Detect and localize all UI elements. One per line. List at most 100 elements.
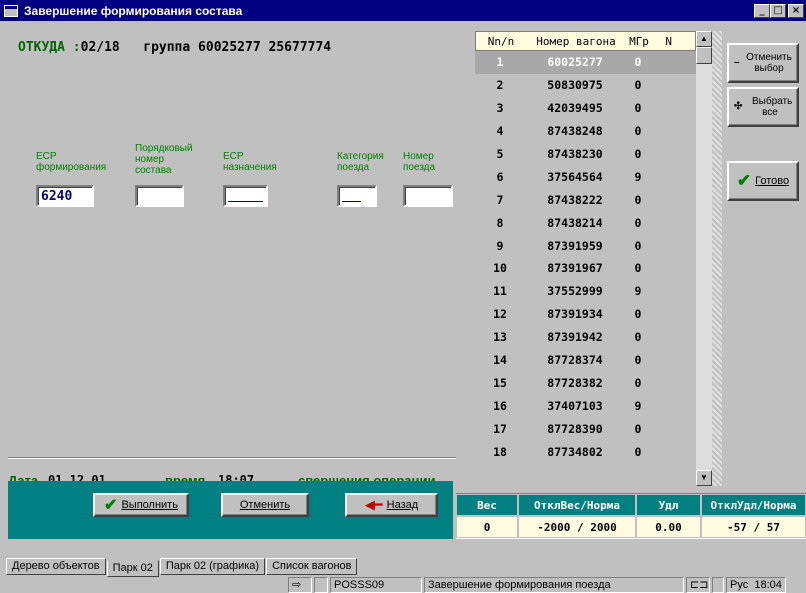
cell-wagon-number: 60025277 [547,55,603,70]
grid-scrollbar[interactable]: ▲ ▼ [696,31,712,486]
cell-index: 9 [496,238,504,253]
tab-park-02-graphics[interactable]: Парк 02 (графика) [159,558,266,575]
cell-mgr: 0 [634,375,642,390]
cell-index: 1 [496,55,504,70]
select-all-button[interactable]: ✣ Выбрать все [727,87,799,127]
table-row[interactable]: 11 37552999 9 [475,280,696,303]
cell-wagon-number: 50830975 [547,78,603,93]
back-button[interactable]: ◀━ Назад [345,493,438,517]
table-row[interactable]: 10 87391967 0 [475,257,696,280]
table-row[interactable]: 4 87438248 0 [475,120,696,143]
stat-header-length: Удл [636,494,701,516]
cancel-button[interactable]: Отменить [221,493,309,517]
stat-length: 0.00 [636,516,701,538]
cell-index: 7 [496,192,504,207]
table-row[interactable]: 14 87728374 0 [475,349,696,372]
tab-wagon-list[interactable]: Список вагонов [266,558,358,575]
train-number-input[interactable] [403,185,453,207]
grid-header: Nn/n Номер вагона МГр N [475,31,696,51]
wagon-grid[interactable]: Nn/n Номер вагона МГр N 1 60025277 0 2 50830… [475,31,696,485]
tab-strip: Дерево объектов Парк 02 Парк 02 (графика… [6,558,358,577]
minimize-button[interactable]: _ [754,3,770,18]
cell-wagon-number: 87438230 [547,147,603,161]
cell-index: 18 [493,444,507,459]
scroll-up-button[interactable]: ▲ [696,31,712,47]
scroll-down-button[interactable]: ▼ [696,470,712,486]
stat-length-dev: -57 / 57 [701,516,806,538]
cell-mgr: 0 [634,444,642,459]
table-row[interactable]: 9 87391959 0 [475,234,696,257]
table-row[interactable]: 8 87438214 0 [475,211,696,234]
execute-button[interactable]: ✔ Выполнить [93,493,189,517]
cell-index: 15 [493,375,507,390]
table-row[interactable]: 17 87728390 0 [475,417,696,440]
cell-mgr: 0 [634,353,642,368]
maximize-button[interactable]: □ [770,3,786,18]
esr-formation-input[interactable]: 6240 [36,185,94,207]
tab-object-tree[interactable]: Дерево объектов [6,558,106,575]
cell-index: 16 [493,398,507,413]
cell-wagon-number: 87438222 [547,192,603,207]
stat-weight: 0 [456,516,518,538]
train-category-input[interactable] [337,185,377,207]
table-row[interactable]: 3 42039495 0 [475,97,696,120]
cell-wagon-number: 87728382 [547,375,603,390]
origin-code: 02/18 [80,40,120,55]
cell-mgr: 9 [634,169,642,184]
action-bar: ✔ Выполнить Отменить ◀━ Назад [8,481,453,539]
cell-mgr: 9 [634,398,642,413]
grid-rows: 1 60025277 0 2 50830975 0 3 42039495 0 4 87438248 0… [475,51,696,463]
operation-datetime: Дата 01.12.01 время 18:07 свершения опер… [8,457,456,488]
train-serial-label: Порядковый номер состава [135,143,193,176]
table-row[interactable]: 1 60025277 0 [475,51,696,74]
close-button[interactable]: × [788,3,804,18]
cell-wagon-number: 37407103 [547,398,603,413]
scroll-thumb[interactable] [696,47,712,64]
keyboard-icon: ⇨ [288,577,312,593]
origin-line: ОТКУДА :02/18 группа 60025277 25677774 [18,40,331,55]
train-serial-input[interactable] [135,185,184,207]
table-row[interactable]: 2 50830975 0 [475,74,696,97]
stat-header-weight-dev: ОтклВес/Норма [518,494,636,516]
table-row[interactable]: 5 87438230 0 [475,143,696,166]
table-row[interactable]: 6 37564564 9 [475,165,696,188]
esr-destination-label: ЕСР назначения [223,151,277,173]
title-bar[interactable]: Завершение формирования состава _ □ × [0,0,806,21]
cell-wagon-number: 87391934 [547,307,603,322]
cell-index: 12 [493,307,507,322]
cell-mgr: 0 [634,78,642,93]
origin-sep: : [72,40,81,55]
cell-mgr: 0 [634,421,642,436]
check-icon: ✔ [104,497,118,514]
col-wagon-number[interactable]: Номер вагона [526,35,626,48]
cell-mgr: 0 [634,261,642,276]
cell-wagon-number: 37564564 [547,169,603,184]
table-row[interactable]: 18 87734802 0 [475,440,696,463]
group-value: 60025277 25677774 [198,40,332,55]
table-row[interactable]: 13 87391942 0 [475,326,696,349]
form-panel: ОТКУДА :02/18 группа 60025277 25677774 Е… [0,21,456,488]
status-indicator [314,577,328,593]
col-index[interactable]: Nn/n [476,35,526,48]
window-title: Завершение формирования состава [24,3,243,18]
col-mgr[interactable]: МГр [626,35,652,48]
cell-mgr: 0 [634,147,642,161]
cell-mgr: 0 [634,215,642,230]
cell-wagon-number: 87734802 [547,444,603,459]
cell-mgr: 0 [634,330,642,345]
table-row[interactable]: 15 87728382 0 [475,371,696,394]
table-row[interactable]: 16 37407103 9 [475,394,696,417]
done-button[interactable]: ✔ Готово [727,161,799,201]
status-lang-time: Рус 18:04 [726,577,786,593]
stat-header-weight: Вес [456,494,518,516]
col-n[interactable]: N [652,35,672,48]
cell-index: 6 [496,169,504,184]
tab-park-02[interactable]: Парк 02 [106,560,159,577]
minus-icon: – [734,57,740,68]
table-row[interactable]: 7 87438222 0 [475,188,696,211]
grid-divider [712,31,722,486]
cell-index: 17 [493,421,507,436]
deselect-button[interactable]: – Отменить выбор [727,43,799,83]
table-row[interactable]: 12 87391934 0 [475,303,696,326]
esr-destination-input[interactable] [223,185,268,207]
